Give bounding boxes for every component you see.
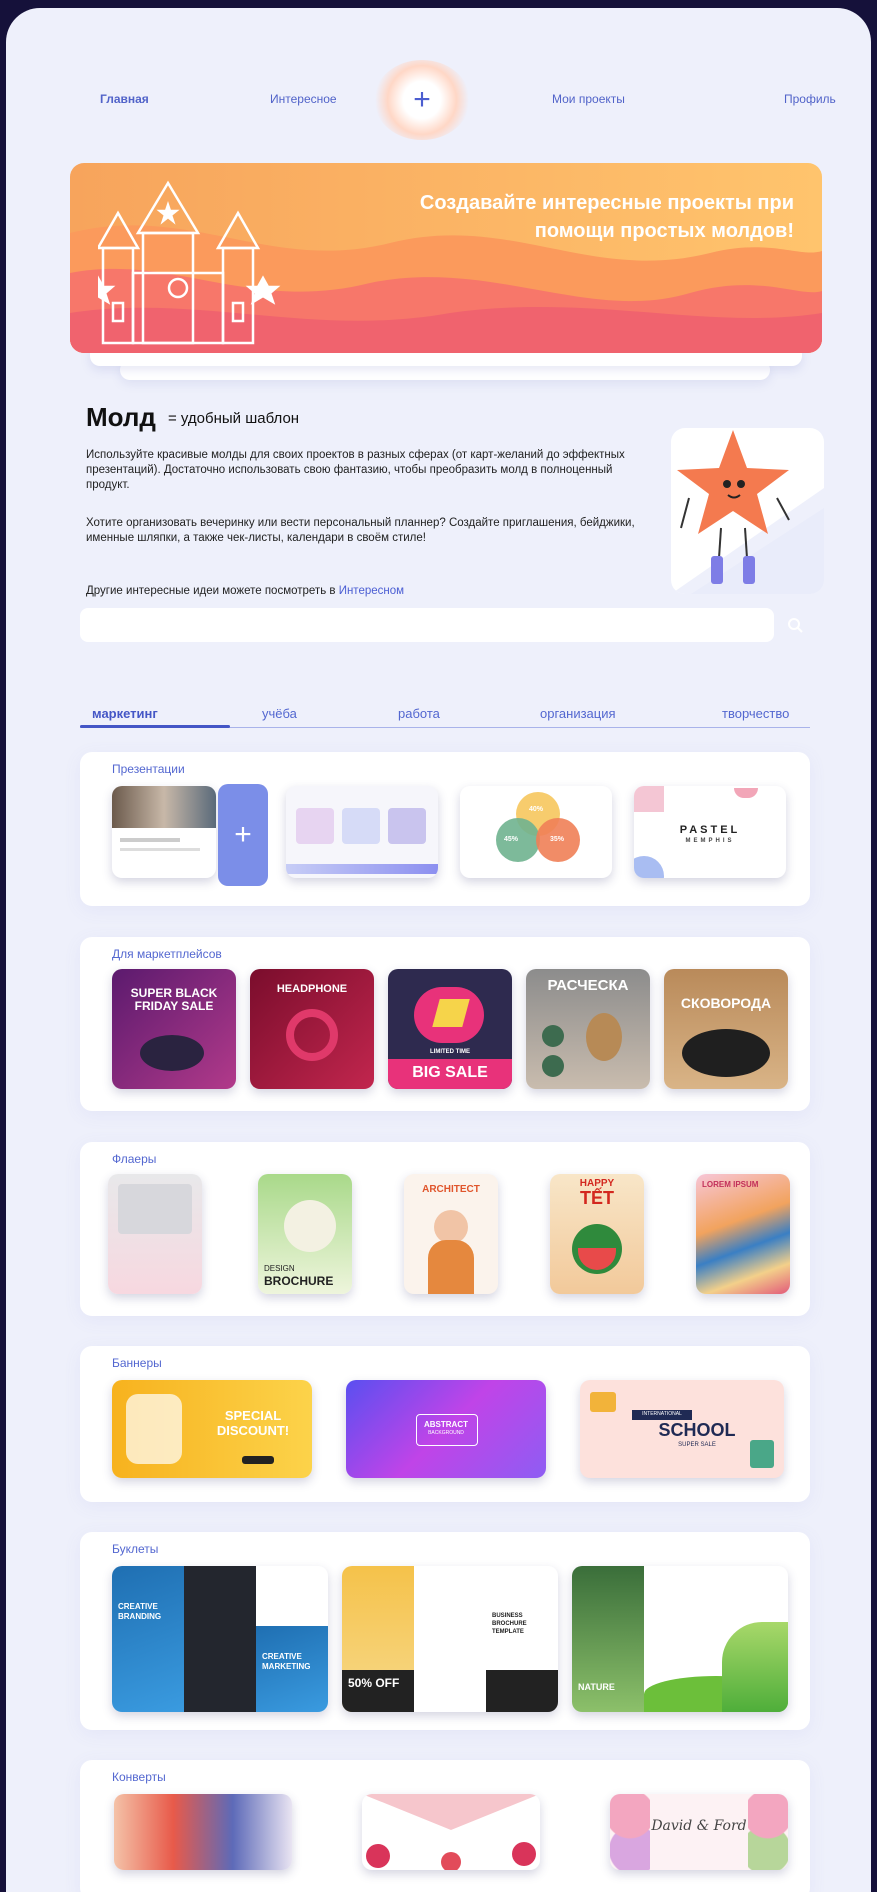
search-input[interactable] [80,608,774,642]
add-project-button[interactable]: + [374,60,470,140]
thumb-title: BUSINESS BROCHURE TEMPLATE [492,1613,527,1635]
nav-profile[interactable]: Профиль [784,92,836,106]
thumb-title: SPECIAL DISCOUNT! [216,1408,290,1438]
tab-organization[interactable]: организация [540,706,616,721]
thumb-title: NATURE [578,1682,615,1692]
template-thumb[interactable]: 40% 45% 35% [460,786,612,878]
active-tab-indicator [80,725,230,728]
thumb-title: СКОВОРОДА [680,995,772,1011]
section-title: Буклеты [112,1542,159,1556]
intro-paragraph-2: Хотите организовать вечеринку или вести … [86,517,635,544]
thumb-title: BIG SALE [412,1064,488,1081]
template-thumb[interactable]: РАСЧЕСКА [526,969,650,1089]
section-presentations: Презентации + 40% 45% 35% PASTEL MEMPHIS [80,752,810,906]
section-title: Флаеры [112,1152,157,1166]
tab-creativity[interactable]: творчество [722,706,789,721]
section-banners: Баннеры SPECIAL DISCOUNT! ABSTRACT BACKG… [80,1346,810,1502]
nav-interesting[interactable]: Интересное [270,92,337,106]
template-thumb[interactable]: INTERNATIONAL SCHOOL SUPER SALE [580,1380,784,1478]
thumb-title: ARCHITECT [422,1184,480,1195]
intro-paragraph-1: Используйте красивые молды для своих про… [86,449,625,491]
thumb-title: HEADPHONE [276,983,348,995]
intro-paragraph-3: Другие интересные идеи можете посмотреть… [86,584,646,599]
nav-my-projects[interactable]: Мои проекты [552,92,625,106]
tab-work[interactable]: работа [398,706,440,721]
thumb-title: CREATIVE BRANDING [118,1602,162,1621]
thumb-title: 50% OFF [348,1676,400,1690]
thumb-title: LOREM IPSUM [702,1180,759,1189]
template-thumb[interactable] [108,1174,202,1294]
template-thumb[interactable]: PASTEL MEMPHIS [634,786,786,878]
template-thumb[interactable]: David & Ford [610,1794,788,1870]
section-booklets: Буклеты CREATIVE BRANDING CREATIVE MARKE… [80,1532,810,1730]
template-thumb[interactable] [112,786,216,878]
template-thumb[interactable]: CREATIVE BRANDING CREATIVE MARKETING [112,1566,328,1712]
venn-label-right: 35% [550,836,565,843]
section-flyers: Флаеры DESIGN BROCHURE ARCHITECT HAPPY T… [80,1142,810,1316]
template-thumb[interactable]: LOREM IPSUM [696,1174,790,1294]
add-presentation-button[interactable]: + [218,784,268,886]
thumb-title: TẾT [580,1188,614,1208]
page-subtitle: = удобный шаблон [168,410,300,427]
template-thumb[interactable]: ABSTRACT BACKGROUND [346,1380,546,1478]
venn-label-left: 45% [504,836,519,843]
section-title: Конверты [112,1770,166,1784]
nav-home[interactable]: Главная [100,92,149,106]
thumb-title: SUPER BLACK FRIDAY SALE [130,986,218,1013]
thumb-title: РАСЧЕСКА [547,977,629,994]
hero-headline: Создавайте интересные проекты при помощи… [419,192,794,242]
page-title: Молд [86,402,156,432]
thumb-title: SCHOOL [658,1420,736,1440]
envelope-flap [362,1794,540,1870]
section-envelopes: Конверты David & Ford [80,1760,810,1892]
template-thumb[interactable]: SPECIAL DISCOUNT! [112,1380,312,1478]
app-screen: Главная Интересное + Мои проекты Профиль… [6,8,871,1892]
thumb-title: CREATIVE MARKETING [262,1652,311,1671]
hero-banner: Создавайте интересные проекты при помощи… [70,163,822,353]
interesting-link[interactable]: Интересном [339,585,404,597]
search-icon[interactable] [782,612,808,638]
tab-marketing[interactable]: маркетинг [92,706,158,721]
section-title: Для маркетплейсов [112,947,222,961]
tab-study[interactable]: учёба [262,706,297,721]
template-thumb[interactable]: СКОВОРОДА [664,969,788,1089]
star-mascot-card [671,428,824,594]
section-title: Баннеры [112,1356,162,1370]
section-title: Презентации [112,762,185,776]
castle-icon [98,180,281,345]
template-thumb[interactable]: HEADPHONE [250,969,374,1089]
plus-icon: + [234,818,252,851]
thumb-title: PASTEL [679,824,741,836]
template-thumb[interactable] [114,1794,292,1870]
intro-text: Другие интересные идеи можете посмотреть… [86,585,339,597]
template-thumb[interactable]: HAPPY TẾT [550,1174,644,1294]
template-thumb[interactable]: SUPER BLACK FRIDAY SALE [112,969,236,1089]
template-thumb[interactable] [362,1794,540,1870]
section-marketplaces: Для маркетплейсов SUPER BLACK FRIDAY SAL… [80,937,810,1111]
venn-label-top: 40% [528,806,543,813]
template-thumb[interactable]: NATURE [572,1566,788,1712]
thumb-title: BROCHURE [264,1274,334,1288]
thumb-subtitle: MEMPHIS [685,838,735,844]
thumb-title: ABSTRACT [424,1420,468,1429]
thumb-small-text: LIMITED TIME [430,1049,470,1055]
thumb-subtitle: BACKGROUND [428,1430,464,1436]
thumb-title: David & Ford [651,1818,747,1834]
thumb-small-text: DESIGN [264,1264,295,1273]
plus-icon: + [413,83,431,116]
template-thumb[interactable]: LIMITED TIME BIG SALE [388,969,512,1089]
template-thumb[interactable]: ARCHITECT [404,1174,498,1294]
star-mascot-icon [671,430,824,594]
template-thumb[interactable] [286,786,438,878]
thumb-small-text: INTERNATIONAL [642,1411,682,1417]
template-thumb[interactable]: DESIGN BROCHURE [258,1174,352,1294]
template-thumb[interactable]: 50% OFF BUSINESS BROCHURE TEMPLATE [342,1566,558,1712]
